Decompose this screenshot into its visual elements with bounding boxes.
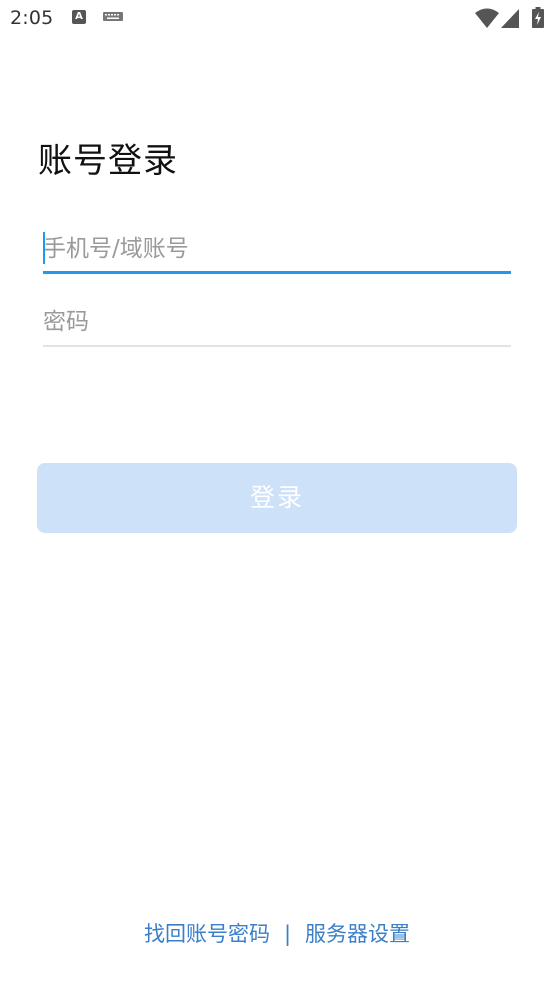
login-screen: 2:05 A 账号登录 登录 找	[0, 0, 554, 985]
login-button[interactable]: 登录	[37, 463, 517, 533]
text-cursor	[43, 232, 45, 264]
phone-field	[43, 224, 511, 276]
server-settings-link[interactable]: 服务器设置	[305, 922, 410, 946]
phone-input[interactable]	[43, 224, 511, 274]
phone-underline	[43, 271, 511, 274]
font-icon: A	[72, 10, 86, 24]
footer-divider: |	[283, 922, 292, 946]
forgot-password-link[interactable]: 找回账号密码	[144, 922, 270, 946]
password-field	[43, 297, 511, 349]
signal-icon	[501, 9, 519, 28]
keyboard-icon	[103, 12, 123, 21]
password-underline	[43, 345, 511, 347]
page-title: 账号登录	[38, 141, 178, 181]
battery-icon	[532, 7, 544, 28]
status-bar: 2:05 A	[0, 0, 554, 38]
password-input[interactable]	[43, 297, 511, 347]
footer-links: 找回账号密码 | 服务器设置	[0, 918, 554, 948]
wifi-icon	[475, 8, 499, 28]
status-time: 2:05	[10, 7, 54, 29]
